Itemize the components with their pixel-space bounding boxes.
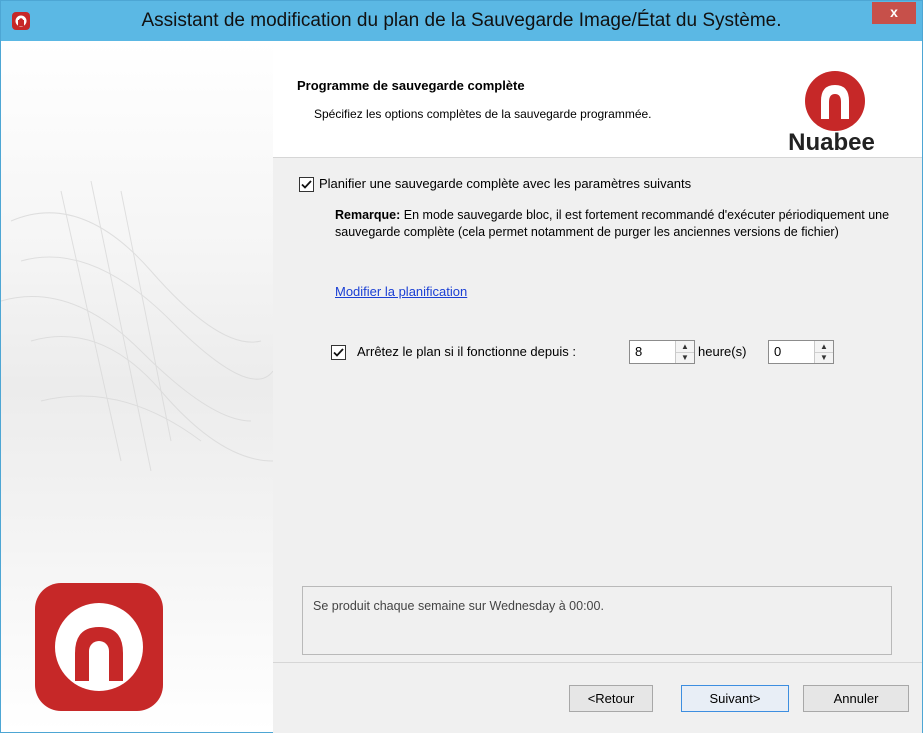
nuabee-brand-icon <box>805 71 865 131</box>
brand-name: Nuabee <box>788 129 875 156</box>
sidebar-panel <box>1 41 273 732</box>
back-button[interactable]: <Retour <box>569 685 653 712</box>
schedule-full-checkbox[interactable] <box>299 177 314 192</box>
hours-unit-label: heure(s) <box>698 344 747 359</box>
wizard-header: Programme de sauvegarde complète Spécifi… <box>273 41 922 157</box>
hours-spinner-arrows: ▲ ▼ <box>675 341 694 363</box>
window-title: Assistant de modification du plan de la … <box>141 10 782 31</box>
note-body: En mode sauvegarde bloc, il est fortemen… <box>335 208 890 239</box>
checkmark-icon <box>301 180 312 189</box>
checkmark-icon <box>333 348 344 357</box>
page-title: Programme de sauvegarde complète <box>297 78 525 93</box>
nuabee-logo-icon <box>35 583 163 711</box>
schedule-full-label: Planifier une sauvegarde complète avec l… <box>319 176 692 191</box>
hours-spinner[interactable]: 8 ▲ ▼ <box>629 340 695 364</box>
minutes-spinner-arrows: ▲ ▼ <box>814 341 833 363</box>
schedule-summary-text: Se produit chaque semaine sur Wednesday … <box>313 599 604 613</box>
close-button[interactable]: x <box>872 2 916 24</box>
schedule-summary-box: Se produit chaque semaine sur Wednesday … <box>302 586 892 655</box>
wizard-footer: <Retour Suivant> Annuler <box>273 662 922 733</box>
stop-plan-label: Arrêtez le plan si il fonctionne depuis … <box>357 344 576 359</box>
note-text: Remarque: En mode sauvegarde bloc, il es… <box>335 207 905 241</box>
next-button[interactable]: Suivant> <box>681 685 789 712</box>
minutes-spinner[interactable]: 0 ▲ ▼ <box>768 340 834 364</box>
hours-down-icon[interactable]: ▼ <box>676 352 694 363</box>
minutes-value[interactable]: 0 <box>774 344 781 359</box>
modify-schedule-link[interactable]: Modifier la planification <box>335 284 467 299</box>
note-label: Remarque: <box>335 208 401 222</box>
page-subtitle: Spécifiez les options complètes de la sa… <box>314 107 652 121</box>
stop-plan-checkbox[interactable] <box>331 345 346 360</box>
hours-value[interactable]: 8 <box>635 344 642 359</box>
cancel-button[interactable]: Annuler <box>803 685 909 712</box>
options-panel: Planifier une sauvegarde complète avec l… <box>273 158 922 662</box>
title-bar[interactable]: Assistant de modification du plan de la … <box>1 1 922 41</box>
wizard-window: Assistant de modification du plan de la … <box>0 0 923 733</box>
minutes-down-icon[interactable]: ▼ <box>815 352 833 363</box>
